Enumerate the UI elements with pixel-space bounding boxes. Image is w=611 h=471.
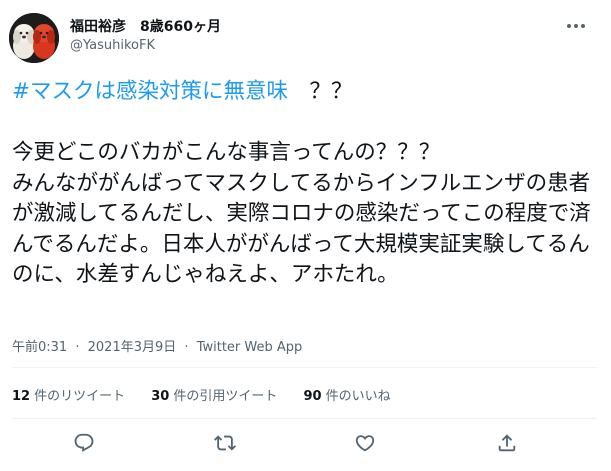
tweet-body: ？？ 今更どこのバカがこんな事言ってんの？？？ みんなががんばってマスクしてるか… [12, 79, 591, 287]
tweet-text: #マスクは感染対策に無意味 ？？ 今更どこのバカがこんな事言ってんの？？？ みん… [12, 77, 597, 291]
tweet-meta: 午前0:31 · 2021年3月9日 · Twitter Web App [12, 336, 302, 355]
avatar[interactable] [9, 13, 59, 63]
likes-label: 件のいいね [325, 389, 391, 404]
hashtag-link[interactable]: #マスクは感染対策に無意味 [12, 79, 288, 104]
author-name[interactable]: 福田裕彦 8歳660ヶ月 [70, 16, 221, 36]
reply-button[interactable] [71, 430, 97, 456]
divider [12, 367, 597, 368]
reply-icon [74, 433, 94, 452]
share-icon [498, 434, 516, 452]
tweet-source[interactable]: Twitter Web App [197, 340, 303, 355]
tweet-time[interactable]: 午前0:31 [12, 340, 67, 355]
quotes-label: 件の引用ツイート [173, 389, 278, 404]
author-handle[interactable]: @YasuhikoFK [70, 38, 155, 53]
tweet-stats: 12 件のリツイート 30 件の引用ツイート 90 件のいいね [12, 385, 413, 404]
retweet-icon [214, 435, 236, 451]
likes-stat[interactable]: 90 件のいいね [304, 389, 391, 404]
quotes-stat[interactable]: 30 件の引用ツイート [151, 389, 277, 404]
retweet-button[interactable] [212, 430, 238, 456]
more-icon[interactable] [564, 14, 588, 38]
meta-separator: · [184, 340, 189, 355]
tweet-date[interactable]: 2021年3月9日 [88, 340, 177, 355]
retweets-count: 12 [12, 389, 31, 404]
avatar-image [9, 13, 59, 63]
divider [12, 418, 597, 419]
retweets-label: 件のリツイート [34, 389, 126, 404]
meta-separator: · [75, 340, 80, 355]
share-button[interactable] [494, 430, 520, 456]
retweets-stat[interactable]: 12 件のリツイート [12, 389, 125, 404]
likes-count: 90 [303, 389, 322, 404]
action-bar [0, 430, 611, 460]
like-button[interactable] [352, 430, 378, 456]
quotes-count: 30 [151, 389, 170, 404]
like-icon [355, 435, 375, 452]
